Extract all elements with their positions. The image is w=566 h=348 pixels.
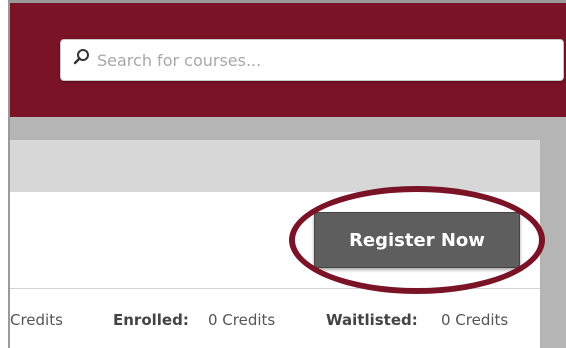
waitlisted-label: Waitlisted: [326, 311, 418, 329]
waitlisted-value: 0 Credits [441, 311, 509, 329]
search-icon [73, 49, 89, 65]
search-input[interactable] [97, 40, 555, 80]
enrolled-value: 0 Credits [208, 311, 276, 329]
header-banner [10, 3, 566, 117]
credits-summary: Credits Enrolled: 0 Credits Waitlisted: … [10, 305, 540, 339]
register-now-button[interactable]: Register Now [314, 212, 520, 268]
enrolled-label: Enrolled: [113, 311, 189, 329]
search-box[interactable] [60, 39, 564, 81]
credits-partial-value: Credits [10, 311, 63, 329]
panel-divider [10, 288, 540, 289]
panel-header [10, 140, 540, 192]
